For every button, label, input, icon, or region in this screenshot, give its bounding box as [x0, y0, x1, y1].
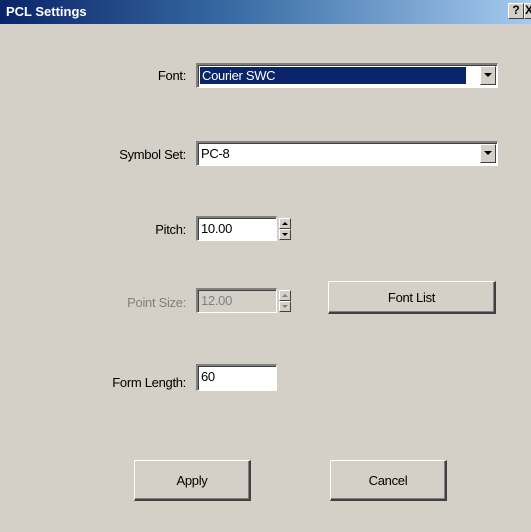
pitch-down-arrow-icon[interactable] — [279, 229, 291, 240]
point-size-input: 12.00 — [196, 288, 277, 313]
apply-button[interactable]: Apply — [134, 460, 251, 501]
form-length-input-value: 60 — [201, 369, 215, 384]
symbol-set-select-value: PC-8 — [201, 146, 230, 161]
pcl-settings-dialog: PCL Settings ? X Font: Courier SWC Symbo… — [0, 0, 531, 532]
symbol-set-select[interactable]: PC-8 — [196, 141, 498, 166]
pitch-label: Pitch: — [155, 222, 186, 237]
symbol-set-dropdown-arrow-icon[interactable] — [480, 144, 496, 163]
pitch-spinner[interactable] — [279, 218, 291, 240]
pitch-up-arrow-icon[interactable] — [279, 218, 291, 229]
window-title: PCL Settings — [6, 4, 87, 19]
font-dropdown-arrow-icon[interactable] — [480, 66, 496, 85]
font-select[interactable]: Courier SWC — [196, 63, 498, 88]
font-select-value: Courier SWC — [200, 67, 466, 84]
cancel-button[interactable]: Cancel — [330, 460, 447, 501]
help-button[interactable]: ? — [508, 3, 524, 19]
font-label: Font: — [157, 68, 186, 83]
pitch-input[interactable]: 10.00 — [196, 216, 277, 241]
form-length-label: Form Length: — [112, 375, 186, 390]
point-size-label: Point Size: — [127, 295, 186, 310]
title-bar[interactable]: PCL Settings ? X — [0, 0, 531, 24]
point-size-down-arrow-icon — [279, 301, 291, 312]
point-size-up-arrow-icon — [279, 290, 291, 301]
pitch-input-value: 10.00 — [201, 221, 233, 236]
font-list-button[interactable]: Font List — [328, 281, 496, 314]
close-button[interactable]: X — [524, 3, 531, 19]
form-length-input[interactable]: 60 — [196, 364, 277, 391]
point-size-spinner — [279, 290, 291, 312]
point-size-input-value: 12.00 — [201, 293, 233, 308]
symbol-set-label: Symbol Set: — [119, 147, 186, 162]
